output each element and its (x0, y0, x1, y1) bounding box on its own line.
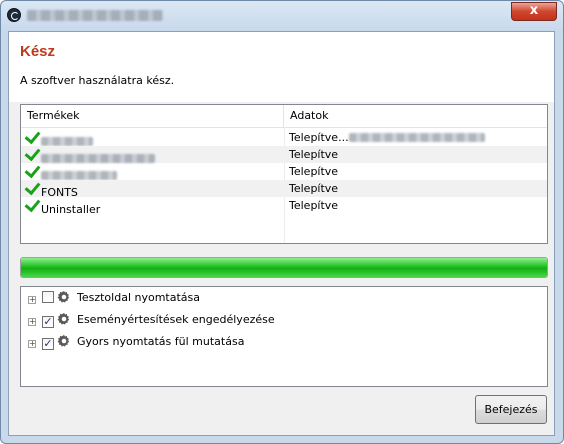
product-status-cell: Telepítve (289, 197, 539, 214)
expand-icon[interactable]: + (28, 340, 36, 348)
product-status-cell: Telepítve... (289, 129, 539, 146)
option-label: Eseményértesítések engedélyezése (77, 313, 275, 326)
expand-icon[interactable]: + (28, 318, 36, 326)
product-status: Telepítve (289, 148, 339, 161)
table-row[interactable]: FONTS Telepítve (21, 178, 547, 199)
close-button[interactable]: x (511, 2, 557, 21)
option-checkbox-test-page[interactable] (42, 291, 54, 303)
product-status: Telepítve (289, 199, 339, 212)
progress-bar (20, 257, 548, 278)
check-icon (24, 195, 41, 213)
product-status: Telepítve... (289, 131, 349, 144)
option-checkbox-quick-print-tab[interactable]: ✓ (42, 338, 54, 350)
expand-icon[interactable]: + (28, 296, 36, 304)
finish-button[interactable]: Befejezés (475, 395, 547, 424)
check-icon (24, 144, 41, 162)
product-name-cell: Uninstaller (24, 195, 277, 216)
obscured-text (348, 133, 485, 142)
check-icon (24, 178, 41, 196)
page-title: Kész (20, 43, 56, 60)
product-name-cell (24, 144, 277, 163)
title-bar: x (1, 1, 563, 31)
obscured-text (41, 137, 93, 146)
product-rows: Telepítve... Telepítve Telepítve FONTS T… (21, 127, 547, 216)
option-checkbox-event-notifications[interactable]: ✓ (42, 316, 54, 328)
option-label: Gyors nyomtatás fül mutatása (77, 335, 245, 348)
progress-fill (21, 258, 547, 277)
header-band: Kész A szoftver használatra kész. (9, 32, 554, 102)
app-icon (7, 8, 21, 22)
option-item-test-page[interactable]: + Tesztoldal nyomtatása (28, 289, 200, 307)
column-header-details[interactable]: Adatok (284, 105, 547, 127)
table-row[interactable]: Uninstaller Telepítve (21, 195, 547, 216)
table-row[interactable]: Telepítve (21, 144, 547, 163)
product-name-cell (24, 161, 277, 180)
option-item-quick-print-tab[interactable]: + ✓ Gyors nyomtatás fül mutatása (28, 333, 244, 351)
obscured-text (41, 171, 117, 180)
table-row[interactable]: Telepítve (21, 161, 547, 180)
option-item-event-notifications[interactable]: + ✓ Eseményértesítések engedélyezése (28, 311, 275, 329)
list-header: Termékek Adatok (21, 105, 547, 128)
product-status: Telepítve (289, 165, 339, 178)
product-name-cell: FONTS (24, 178, 277, 199)
option-label: Tesztoldal nyomtatása (77, 291, 201, 304)
check-icon (24, 127, 41, 145)
dialog-body: Kész A szoftver használatra kész. Termék… (8, 31, 555, 436)
gear-icon (57, 312, 70, 325)
gear-icon (57, 334, 70, 347)
check-icon (24, 161, 41, 179)
table-row[interactable]: Telepítve... (21, 127, 547, 146)
product-status-cell: Telepítve (289, 180, 539, 197)
products-list[interactable]: Termékek Adatok Telepítve... Telepítve T… (20, 104, 548, 244)
product-status-cell: Telepítve (289, 146, 539, 163)
installer-window: x Kész A szoftver használatra kész. Term… (0, 0, 564, 444)
obscured-text (41, 154, 155, 163)
page-subtitle: A szoftver használatra kész. (20, 74, 175, 87)
product-name-cell (24, 127, 277, 146)
product-name: Uninstaller (41, 203, 101, 216)
product-status: Telepítve (289, 182, 339, 195)
product-status-cell: Telepítve (289, 163, 539, 180)
gear-icon (57, 290, 70, 303)
column-header-products[interactable]: Termékek (21, 105, 284, 127)
options-tree: + Tesztoldal nyomtatása + ✓ Eseményértesíté… (20, 286, 548, 387)
window-title-obscured (27, 10, 163, 21)
